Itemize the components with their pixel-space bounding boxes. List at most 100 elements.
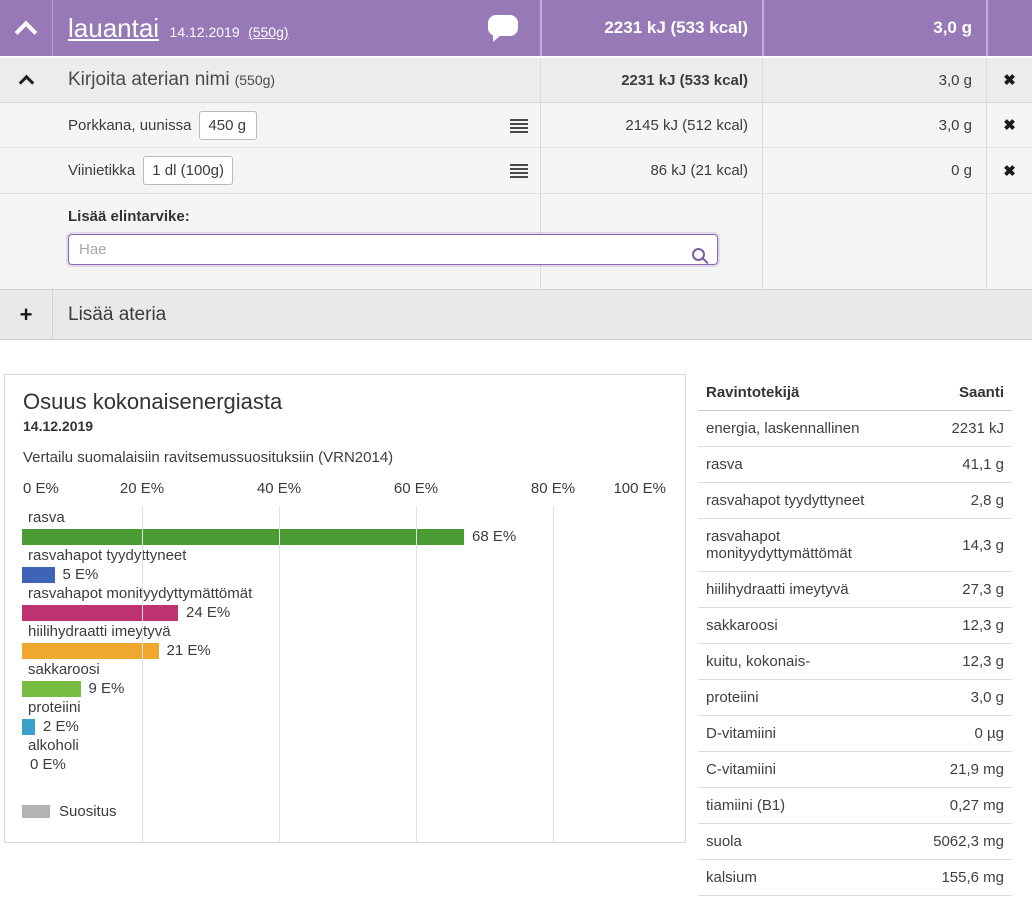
nutrient-name: rauta — [698, 896, 925, 903]
nutrient-name: rasvahapot monityydyttymättömät — [698, 519, 925, 572]
nutrient-row: suola5062,3 mg — [698, 824, 1012, 860]
food-amount-input[interactable] — [143, 156, 233, 185]
remove-meal-button[interactable]: ✖ — [1003, 71, 1016, 89]
meal-row: Kirjoita aterian nimi (550g) 2231 kJ (53… — [0, 58, 1032, 103]
food-grams: 3,0 g — [762, 103, 986, 147]
meal-name-cell[interactable]: Kirjoita aterian nimi (550g) — [53, 58, 540, 102]
nutrient-name: C-vitamiini — [698, 752, 925, 788]
nutrient-row: C-vitamiini21,9 mg — [698, 752, 1012, 788]
bar — [22, 719, 35, 735]
nutrient-value: 41,1 g — [925, 447, 1012, 483]
nutrient-value: 14,3 g — [925, 519, 1012, 572]
summary-section: Osuus kokonaisenergiasta 14.12.2019 Vert… — [0, 340, 1032, 903]
food-name: Porkkana, uunissa — [68, 117, 191, 134]
day-title-link[interactable]: lauantai 14.12.2019 (550g) — [68, 13, 289, 44]
day-header-spacer — [986, 0, 1032, 56]
nutrient-name: sakkaroosi — [698, 608, 925, 644]
nutrient-row: rasvahapot tyydyttyneet2,8 g — [698, 483, 1012, 519]
bar — [22, 643, 159, 659]
bar-value-label: 9 E% — [89, 680, 125, 697]
add-meal-row[interactable]: + Lisää ateria — [0, 290, 1032, 340]
collapse-meal-button[interactable] — [0, 58, 53, 102]
nutrient-value: 2,8 g — [925, 483, 1012, 519]
remove-food-button[interactable]: ✖ — [1003, 162, 1016, 180]
food-menu-icon[interactable] — [510, 119, 528, 133]
gridline — [416, 506, 417, 843]
axis-tick-label: 60 E% — [394, 480, 438, 497]
collapse-day-button[interactable] — [0, 0, 53, 56]
nutrient-value: 2231 kJ — [925, 411, 1012, 447]
axis-tick-label: 20 E% — [120, 480, 164, 497]
axis-tick-label: 100 E% — [613, 480, 666, 497]
remove-food-button[interactable]: ✖ — [1003, 116, 1016, 134]
comment-bubble-icon[interactable] — [488, 15, 518, 36]
nutrient-row: kalsium155,6 mg — [698, 860, 1012, 896]
bar-category-label: proteiini — [22, 699, 685, 716]
nutrient-row: proteiini3,0 g — [698, 680, 1012, 716]
meal-diary: lauantai 14.12.2019 (550g) 2231 kJ (533 … — [0, 0, 1032, 903]
chevron-up-icon — [19, 75, 35, 91]
nutrient-row: D-vitamiini0 µg — [698, 716, 1012, 752]
bar-category-label: alkoholi — [22, 737, 685, 754]
day-name: lauantai — [68, 13, 159, 43]
nutrient-row: tiamiini (B1)0,27 mg — [698, 788, 1012, 824]
day-energy: 2231 kJ (533 kcal) — [540, 0, 762, 56]
bar-value-label: 24 E% — [186, 604, 230, 621]
food-search-input[interactable] — [68, 234, 718, 265]
food-energy: 2145 kJ (512 kcal) — [540, 103, 762, 147]
add-food-label: Lisää elintarvike: — [68, 208, 540, 225]
day-header-row: lauantai 14.12.2019 (550g) 2231 kJ (533 … — [0, 0, 1032, 58]
nutrient-row: kuitu, kokonais-12,3 g — [698, 644, 1012, 680]
nutrient-name: tiamiini (B1) — [698, 788, 925, 824]
food-grams: 0 g — [762, 148, 986, 193]
bar-value-label: 2 E% — [43, 718, 79, 735]
food-menu-icon[interactable] — [510, 164, 528, 178]
bar — [22, 681, 81, 697]
gridline — [279, 506, 280, 843]
nutrient-value: 0 µg — [925, 716, 1012, 752]
bar-category-label: rasvahapot monityydyttymättömät — [22, 585, 685, 602]
meal-energy: 2231 kJ (533 kcal) — [540, 58, 762, 102]
nutrient-row: rauta2,6 mg — [698, 896, 1012, 903]
legend-recommendation-swatch — [22, 805, 50, 818]
search-icon[interactable] — [692, 248, 705, 261]
food-name: Viinietikka — [68, 162, 135, 179]
nutrient-value: 5062,3 mg — [925, 824, 1012, 860]
nutrient-value: 2,6 mg — [925, 896, 1012, 903]
bar-item: rasvahapot tyydyttyneet5 E% — [22, 547, 685, 585]
chevron-up-icon — [15, 20, 38, 43]
food-amount-input[interactable] — [199, 111, 257, 140]
meal-grams: 3,0 g — [762, 58, 986, 102]
nutrient-name: kalsium — [698, 860, 925, 896]
day-grams: 3,0 g — [762, 0, 986, 56]
chart-title: Osuus kokonaisenergiasta — [23, 389, 667, 415]
nutrient-name: suola — [698, 824, 925, 860]
bar — [22, 567, 55, 583]
nutrient-name: rasva — [698, 447, 925, 483]
meal-weight: (550g) — [235, 72, 275, 88]
nutrient-name: kuitu, kokonais- — [698, 644, 925, 680]
gridline — [142, 506, 143, 843]
nutrient-name: proteiini — [698, 680, 925, 716]
bar-item: proteiini 2 E% — [22, 699, 685, 737]
legend-recommendation-label: Suositus — [59, 803, 117, 820]
bar-value-label: 68 E% — [472, 528, 516, 545]
nutrient-row: rasvahapot monityydyttymättömät14,3 g — [698, 519, 1012, 572]
axis-tick-label: 0 E% — [23, 480, 59, 497]
nutrient-value: 12,3 g — [925, 644, 1012, 680]
empty-cell — [986, 194, 1032, 289]
nutrient-row: rasva41,1 g — [698, 447, 1012, 483]
axis-tick-label: 40 E% — [257, 480, 301, 497]
nutrient-value: 12,3 g — [925, 608, 1012, 644]
bar-item: sakkaroosi9 E% — [22, 661, 685, 699]
nutrient-name: D-vitamiini — [698, 716, 925, 752]
nutrient-value: 3,0 g — [925, 680, 1012, 716]
intake-column-header: Saanti — [925, 376, 1012, 411]
food-row-spacer — [0, 103, 53, 147]
energy-share-chart: Osuus kokonaisenergiasta 14.12.2019 Vert… — [4, 374, 686, 843]
gridline — [553, 506, 554, 843]
plus-icon: + — [20, 304, 33, 326]
axis-tick-label: 80 E% — [531, 480, 575, 497]
food-energy: 86 kJ (21 kcal) — [540, 148, 762, 193]
bar-category-label: hiilihydraatti imeytyvä — [22, 623, 685, 640]
